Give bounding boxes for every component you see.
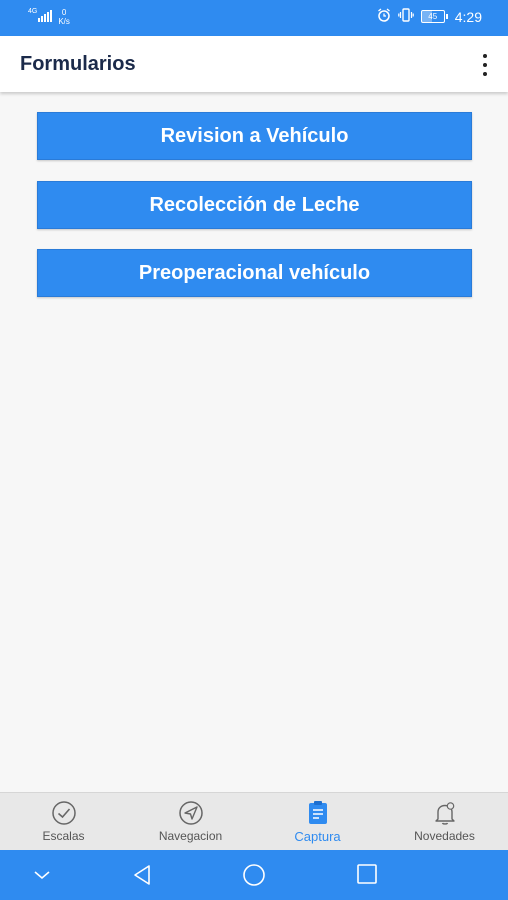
bottom-tab-bar: Escalas Navegacion Captura Novedades	[0, 792, 508, 850]
tab-navegacion[interactable]: Navegacion	[127, 793, 254, 850]
status-right: 45 4:29	[377, 8, 482, 25]
back-icon[interactable]	[130, 863, 154, 892]
tab-novedades[interactable]: Novedades	[381, 793, 508, 850]
form-button-preoperacional-vehiculo[interactable]: Preoperacional vehículo	[37, 249, 472, 297]
net-speed-unit: K/s	[58, 17, 70, 26]
network-type: 4G	[28, 8, 38, 15]
form-button-revision-vehiculo[interactable]: Revision a Vehículo	[37, 112, 472, 160]
forms-list: Revision a Vehículo Recolección de Leche…	[0, 92, 508, 792]
more-vertical-icon[interactable]	[482, 54, 488, 76]
bell-icon	[431, 800, 459, 826]
tab-label: Escalas	[42, 829, 85, 843]
vibrate-icon	[397, 8, 414, 25]
home-icon[interactable]	[242, 863, 266, 892]
navigation-icon	[177, 800, 205, 826]
check-circle-icon	[50, 800, 78, 826]
page-title: Formularios	[20, 53, 136, 75]
app-bar: Formularios	[0, 36, 508, 92]
tab-label: Captura	[294, 829, 341, 844]
recents-icon[interactable]	[356, 863, 378, 890]
alarm-icon	[377, 8, 391, 25]
form-button-recoleccion-leche[interactable]: Recolección de Leche	[37, 181, 472, 229]
net-speed: 0 K/s	[58, 8, 70, 26]
net-speed-value: 0	[61, 8, 67, 17]
tab-label: Novedades	[414, 829, 475, 843]
clipboard-icon	[304, 800, 332, 826]
battery-level: 45	[420, 10, 445, 23]
status-left: 4G 0 K/s	[28, 8, 70, 26]
battery-icon: 45	[420, 10, 448, 23]
tab-label: Navegacion	[158, 829, 223, 843]
status-bar: 4G 0 K/s 45 4:29	[0, 0, 508, 36]
signal-icon	[38, 8, 53, 22]
clock: 4:29	[454, 8, 482, 25]
tab-captura[interactable]: Captura	[254, 793, 381, 850]
tab-escalas[interactable]: Escalas	[0, 793, 127, 850]
system-nav-bar	[0, 850, 508, 900]
chevron-down-icon[interactable]	[32, 868, 52, 886]
